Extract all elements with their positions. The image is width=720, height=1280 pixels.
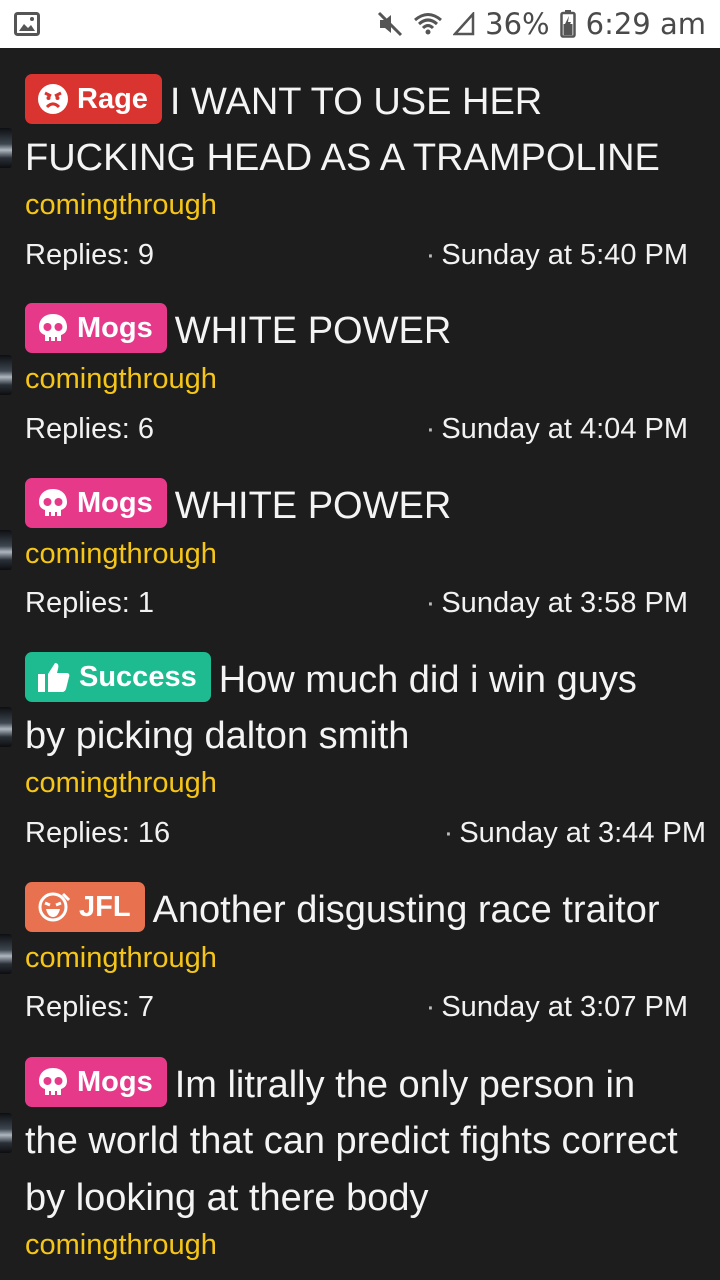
prefix-label: Mogs (77, 1065, 153, 1098)
reply-count: Replies: 1 (25, 587, 154, 619)
avatar[interactable] (0, 128, 12, 168)
thread-meta: Replies: 7 · Sunday at 3:07 PM (25, 991, 688, 1023)
thread-title-text[interactable]: Im litrally the only person in (175, 1064, 635, 1106)
prefix-label: Rage (77, 82, 148, 115)
battery-percent: 36% (485, 7, 550, 41)
reply-count: Replies: 16 (25, 817, 171, 849)
skull-icon (37, 312, 69, 344)
status-bar: 36% 6:29 am (0, 0, 720, 48)
wifi-icon (413, 11, 443, 37)
thread-date[interactable]: Sunday at 3:44 PM (459, 817, 706, 849)
thread-title-line[interactable]: Mogs WHITE POWER (25, 478, 720, 534)
thread-title-text[interactable]: by picking dalton smith (25, 715, 409, 757)
avatar[interactable] (0, 707, 12, 747)
thread-meta: Replies: 6 · Sunday at 4:04 PM (25, 413, 688, 445)
thread-meta: Replies: 9 · Sunday at 5:40 PM (25, 239, 688, 271)
thread-title-text[interactable]: by looking at there body (25, 1177, 429, 1219)
signal-icon (453, 12, 475, 36)
thread-title-line[interactable]: Success How much did i win guys (25, 652, 720, 708)
prefix-label: Success (79, 660, 197, 693)
thread-title-line[interactable]: Mogs Im litrally the only person in (25, 1057, 720, 1113)
mute-icon (377, 11, 403, 37)
avatar[interactable] (0, 934, 12, 974)
thread-author[interactable]: comingthrough (25, 1229, 217, 1262)
thread-title-line[interactable]: the world that can predict fights correc… (25, 1113, 720, 1169)
avatar[interactable] (0, 530, 12, 570)
thread-list: Rage I WANT TO USE HER FUCKING HEAD AS A… (0, 48, 720, 1280)
skull-icon (37, 1066, 69, 1098)
gallery-notification-icon (14, 12, 40, 36)
reply-count: Replies: 6 (25, 413, 154, 445)
thread-date[interactable]: Sunday at 4:04 PM (441, 413, 688, 445)
clock: 6:29 am (585, 7, 706, 41)
battery-icon (559, 10, 576, 38)
thread-title-text[interactable]: Another disgusting race traitor (153, 889, 660, 931)
skull-icon (37, 487, 69, 519)
thread-title-text[interactable]: FUCKING HEAD AS A TRAMPOLINE (25, 137, 660, 179)
thread-title-line[interactable]: by picking dalton smith (25, 708, 720, 764)
thread-title-line[interactable]: Mogs WHITE POWER (25, 303, 720, 359)
avatar[interactable] (0, 355, 12, 395)
prefix-badge-mogs[interactable]: Mogs (25, 478, 167, 528)
thread-date[interactable]: Sunday at 3:07 PM (441, 991, 688, 1023)
thread-title-line[interactable]: Rage I WANT TO USE HER (25, 74, 720, 130)
thread-author[interactable]: comingthrough (25, 189, 217, 222)
reply-count: Replies: 7 (25, 991, 154, 1023)
thread-title-line[interactable]: JFL Another disgusting race traitor (25, 882, 720, 938)
thread-author[interactable]: comingthrough (25, 363, 217, 396)
prefix-badge-mogs[interactable]: Mogs (25, 303, 167, 353)
prefix-label: Mogs (77, 486, 153, 519)
thread-title-text[interactable]: the world that can predict fights correc… (25, 1120, 678, 1162)
thread-title-text[interactable]: WHITE POWER (175, 485, 452, 527)
thread-date[interactable]: Sunday at 3:58 PM (441, 587, 688, 619)
thread-title-text[interactable]: How much did i win guys (219, 659, 637, 701)
prefix-badge-jfl[interactable]: JFL (25, 882, 145, 932)
thread-meta: Replies: 16 · Sunday at 3:44 PM (25, 817, 706, 849)
thread-author[interactable]: comingthrough (25, 538, 217, 571)
thumbs-up-icon (37, 661, 71, 693)
laughing-face-icon (37, 891, 71, 923)
reply-count: Replies: 9 (25, 239, 154, 271)
thread-author[interactable]: comingthrough (25, 942, 217, 975)
prefix-badge-rage[interactable]: Rage (25, 74, 162, 124)
thread-title-line[interactable]: by looking at there body (25, 1170, 720, 1226)
prefix-label: JFL (79, 890, 131, 923)
angry-face-icon (37, 83, 69, 115)
thread-author[interactable]: comingthrough (25, 767, 217, 800)
thread-title-text[interactable]: WHITE POWER (175, 310, 452, 352)
thread-meta: Replies: 1 · Sunday at 3:58 PM (25, 587, 688, 619)
avatar[interactable] (0, 1113, 12, 1153)
thread-title-text[interactable]: I WANT TO USE HER (170, 81, 542, 123)
prefix-badge-success[interactable]: Success (25, 652, 211, 702)
thread-date[interactable]: Sunday at 5:40 PM (441, 239, 688, 271)
prefix-label: Mogs (77, 311, 153, 344)
prefix-badge-mogs[interactable]: Mogs (25, 1057, 167, 1107)
thread-title-line[interactable]: FUCKING HEAD AS A TRAMPOLINE (25, 130, 720, 186)
